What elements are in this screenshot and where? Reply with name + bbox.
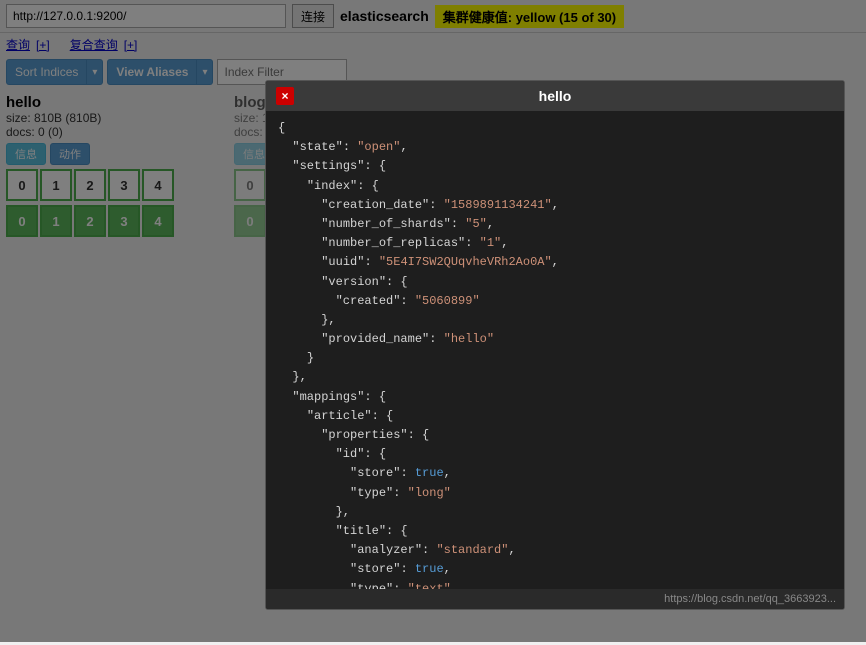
modal-footer: https://blog.csdn.net/qq_3663923... xyxy=(266,589,844,609)
modal-close-button[interactable]: × xyxy=(276,87,294,105)
modal-header: × hello xyxy=(266,81,844,111)
modal-footer-text: https://blog.csdn.net/qq_3663923... xyxy=(664,593,836,605)
modal-overlay: × hello { "state": "open", "settings": {… xyxy=(0,0,866,642)
modal-body[interactable]: { "state": "open", "settings": { "index"… xyxy=(266,111,844,589)
modal-title: hello xyxy=(539,88,572,104)
modal: × hello { "state": "open", "settings": {… xyxy=(265,80,845,610)
